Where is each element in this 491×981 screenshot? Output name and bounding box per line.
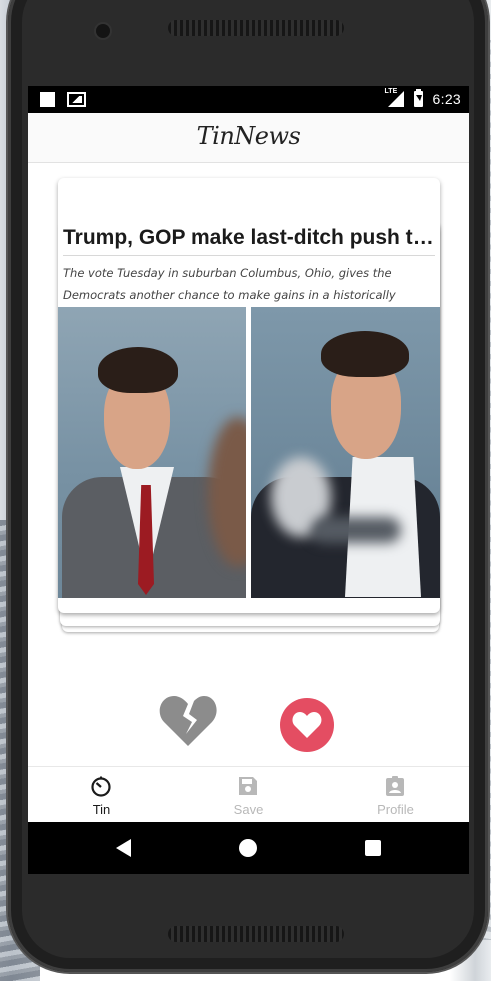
system-navigation-bar (28, 822, 469, 874)
timer-icon (91, 776, 111, 797)
nav-label-save: Save (233, 802, 264, 817)
news-image-left (58, 307, 246, 598)
nav-item-profile[interactable]: Profile (322, 767, 469, 823)
news-image-right (251, 307, 440, 598)
bottom-speaker (168, 926, 344, 942)
nav-label-profile: Profile (377, 802, 414, 817)
battery-charging-icon (413, 89, 423, 107)
heart-icon (292, 712, 322, 738)
recents-icon[interactable] (365, 840, 381, 856)
network-type: LTE (384, 88, 398, 95)
news-card[interactable]: Trump, GOP make last-ditch push to... Th… (58, 178, 440, 613)
news-title: Trump, GOP make last-ditch push to... (63, 226, 435, 249)
like-button[interactable] (280, 698, 334, 752)
phone-screen: LTE 6:23 TinNews Trump, GOP make last-di… (28, 86, 469, 874)
save-icon (239, 777, 257, 795)
app-title: TinNews (196, 122, 301, 150)
notification-square-icon (40, 92, 55, 107)
front-camera (96, 24, 110, 38)
bottom-navigation: Tin Save Profile (28, 766, 469, 822)
profile-icon (386, 776, 404, 796)
status-bar: LTE 6:23 (28, 86, 469, 113)
back-icon[interactable] (116, 839, 131, 857)
app-bar: TinNews (28, 113, 469, 163)
photo-icon (67, 92, 86, 107)
nav-item-tin[interactable]: Tin (28, 767, 175, 823)
status-time: 6:23 (432, 91, 461, 107)
home-icon[interactable] (239, 839, 257, 857)
nav-label-tin: Tin (92, 802, 111, 817)
signal-icon: LTE (384, 88, 404, 107)
dislike-button[interactable] (159, 694, 217, 748)
earpiece-speaker (168, 20, 344, 36)
nav-item-save[interactable]: Save (175, 767, 322, 823)
news-description: The vote Tuesday in suburban Columbus, O… (63, 266, 396, 302)
card-divider (63, 255, 435, 256)
broken-heart-icon (159, 696, 217, 746)
